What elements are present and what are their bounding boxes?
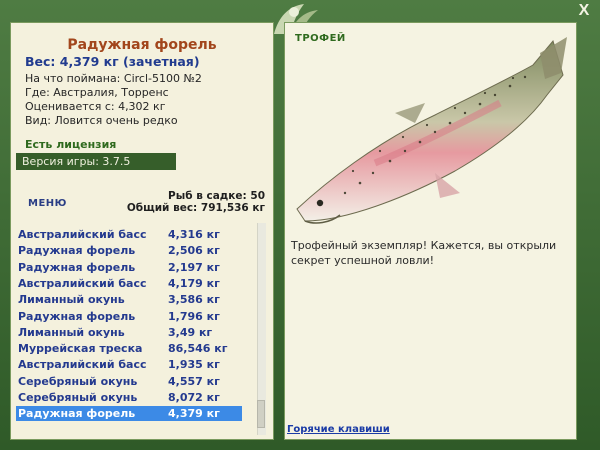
catch-name: Серебряный окунь	[18, 374, 138, 388]
list-item[interactable]: Радужная форель 2,506 кг	[16, 243, 242, 258]
catch-name: Австралийский басс	[18, 276, 147, 290]
catch-weight: 4,179 кг	[168, 276, 220, 290]
catch-weight: 86,546 кг	[168, 342, 228, 356]
list-item[interactable]: Радужная форель 2,197 кг	[16, 260, 242, 275]
value-estimate: Оценивается с: 4,302 кг	[25, 100, 166, 113]
catch-name: Радужная форель	[18, 407, 136, 421]
list-item[interactable]: Австралийский басс 4,179 кг	[16, 276, 242, 291]
list-item[interactable]: Серебряный окунь 8,072 кг	[16, 390, 242, 405]
trophy-panel: ТРОФЕЙ Трофейный экземпляр! Кажется, вы …	[284, 22, 577, 440]
scroll-thumb[interactable]	[257, 400, 265, 428]
catch-weight: 2,197 кг	[168, 260, 220, 274]
catch-name: Австралийский басс	[18, 358, 147, 372]
catch-name: Лиманный окунь	[18, 293, 125, 307]
menu-button[interactable]: МЕНЮ	[28, 198, 67, 209]
details-panel: Радужная форель Вес: 4,379 кг (зачетная)…	[10, 22, 274, 440]
catch-name: Радужная форель	[18, 309, 136, 323]
total-weight: Общий вес: 791,536 кг	[126, 202, 265, 214]
list-item[interactable]: Австралийский басс 4,316 кг	[16, 227, 242, 242]
list-item[interactable]: Муррейская треска 86,546 кг	[16, 341, 242, 356]
license-status: Есть лицензия	[25, 138, 117, 151]
list-item[interactable]: Лиманный окунь 3,49 кг	[16, 325, 242, 340]
catch-name: Лиманный окунь	[18, 325, 125, 339]
hotkeys-link[interactable]: Горячие клавиши	[287, 424, 390, 435]
catch-name: Австралийский басс	[18, 228, 147, 241]
list-item[interactable]: Радужная форель 1,796 кг	[16, 309, 242, 324]
catch-weight: 4,379 кг	[168, 407, 220, 421]
catch-name: Радужная форель	[18, 244, 136, 258]
catch-weight: 4,557 кг	[168, 374, 220, 388]
list-item[interactable]: Лиманный окунь 3,586 кг	[16, 292, 242, 307]
rarity: Вид: Ловится очень редко	[25, 114, 178, 127]
stats: Рыб в садке: 50 Общий вес: 791,536 кг	[127, 190, 265, 214]
fish-info: На что поймана: Circl-5100 №2 Где: Австр…	[25, 72, 202, 128]
catch-weight: 3,49 кг	[168, 325, 213, 339]
caught-on: На что поймана: Circl-5100 №2	[25, 72, 202, 85]
fish-count: Рыб в садке: 50	[168, 190, 265, 202]
list-item[interactable]: Австралийский басс 1,935 кг	[16, 357, 242, 372]
list-item[interactable]: Серебряный окунь 4,557 кг	[16, 374, 242, 389]
catch-weight: 2,506 кг	[168, 244, 220, 258]
fish-title: Радужная форель	[67, 37, 217, 53]
rainbow-trout-image	[296, 37, 567, 224]
list-item[interactable]: Радужная форель 4,379 кг	[16, 406, 242, 422]
catch-weight: 3,586 кг	[168, 293, 220, 307]
catch-weight: 1,796 кг	[168, 309, 220, 323]
catch-weight: 1,935 кг	[168, 358, 220, 372]
catch-name: Муррейская треска	[18, 342, 143, 356]
catch-name: Радужная форель	[18, 260, 136, 274]
catch-list[interactable]: Австралийский басс 4,316 кг Радужная форел…	[16, 223, 256, 435]
game-version: Версия игры: 3.7.5	[16, 153, 176, 170]
catch-name: Серебряный окунь	[18, 391, 138, 404]
fish-weight: Вес: 4,379 кг (зачетная)	[25, 54, 200, 69]
location: Где: Австралия, Торренс	[25, 86, 169, 99]
close-icon[interactable]: X	[576, 3, 592, 19]
trophy-message: Трофейный экземпляр! Кажется, вы открыли…	[291, 239, 557, 267]
catch-weight: 4,316 кг	[168, 228, 220, 241]
catch-weight: 8,072 кг	[168, 391, 220, 404]
